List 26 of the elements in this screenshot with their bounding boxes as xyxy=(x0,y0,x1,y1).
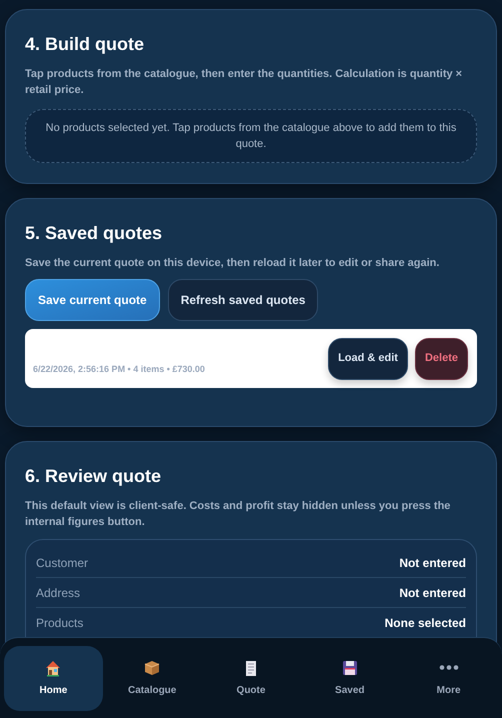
nav-tab[interactable]: Catalogue xyxy=(102,646,202,710)
more-icon xyxy=(438,665,459,670)
summary-label: Address xyxy=(36,584,80,602)
refresh-button[interactable]: Refresh saved quotes xyxy=(168,279,318,321)
section-title: 5. Saved quotes xyxy=(25,222,164,245)
nav-tab[interactable]: Home xyxy=(4,646,103,710)
section-title: 6. Review quote xyxy=(25,465,162,488)
nav-tab[interactable]: More xyxy=(399,646,498,710)
section-description: Save the current quote on this device, then reload it later to edit or share again. xyxy=(25,256,440,271)
save-quote-button[interactable]: Save current quote xyxy=(25,279,160,321)
summary-value: None selected xyxy=(384,615,466,632)
summary-value: Not entered xyxy=(399,554,466,572)
summary-value: Not entered xyxy=(399,584,466,602)
house-icon xyxy=(44,658,62,676)
nav-tab[interactable]: Quote xyxy=(202,646,300,710)
section-description: Tap products from the catalogue, then enter the quantities. Calculation is quantity × retail price. xyxy=(25,67,464,98)
empty-state-box: No products selected yet. Tap products from the catalogue above to add them to this quote. xyxy=(25,109,477,163)
section-description: This default view is client-safe. Costs and profit stay hidden unless you press the internal figures button. xyxy=(25,499,452,530)
load-edit-button[interactable]: Load & edit xyxy=(328,338,408,380)
quote-meta: 6/22/2026, 2:56:16 PM • 4 items • £730.00 xyxy=(33,362,205,376)
summary-label: Products xyxy=(36,615,84,632)
summary-label: Customer xyxy=(36,554,88,572)
delete-button[interactable]: Delete xyxy=(414,338,468,380)
section-title: 4. Build quote xyxy=(25,33,145,56)
nav-tab[interactable]: Saved xyxy=(300,646,400,710)
package-icon xyxy=(143,658,162,676)
